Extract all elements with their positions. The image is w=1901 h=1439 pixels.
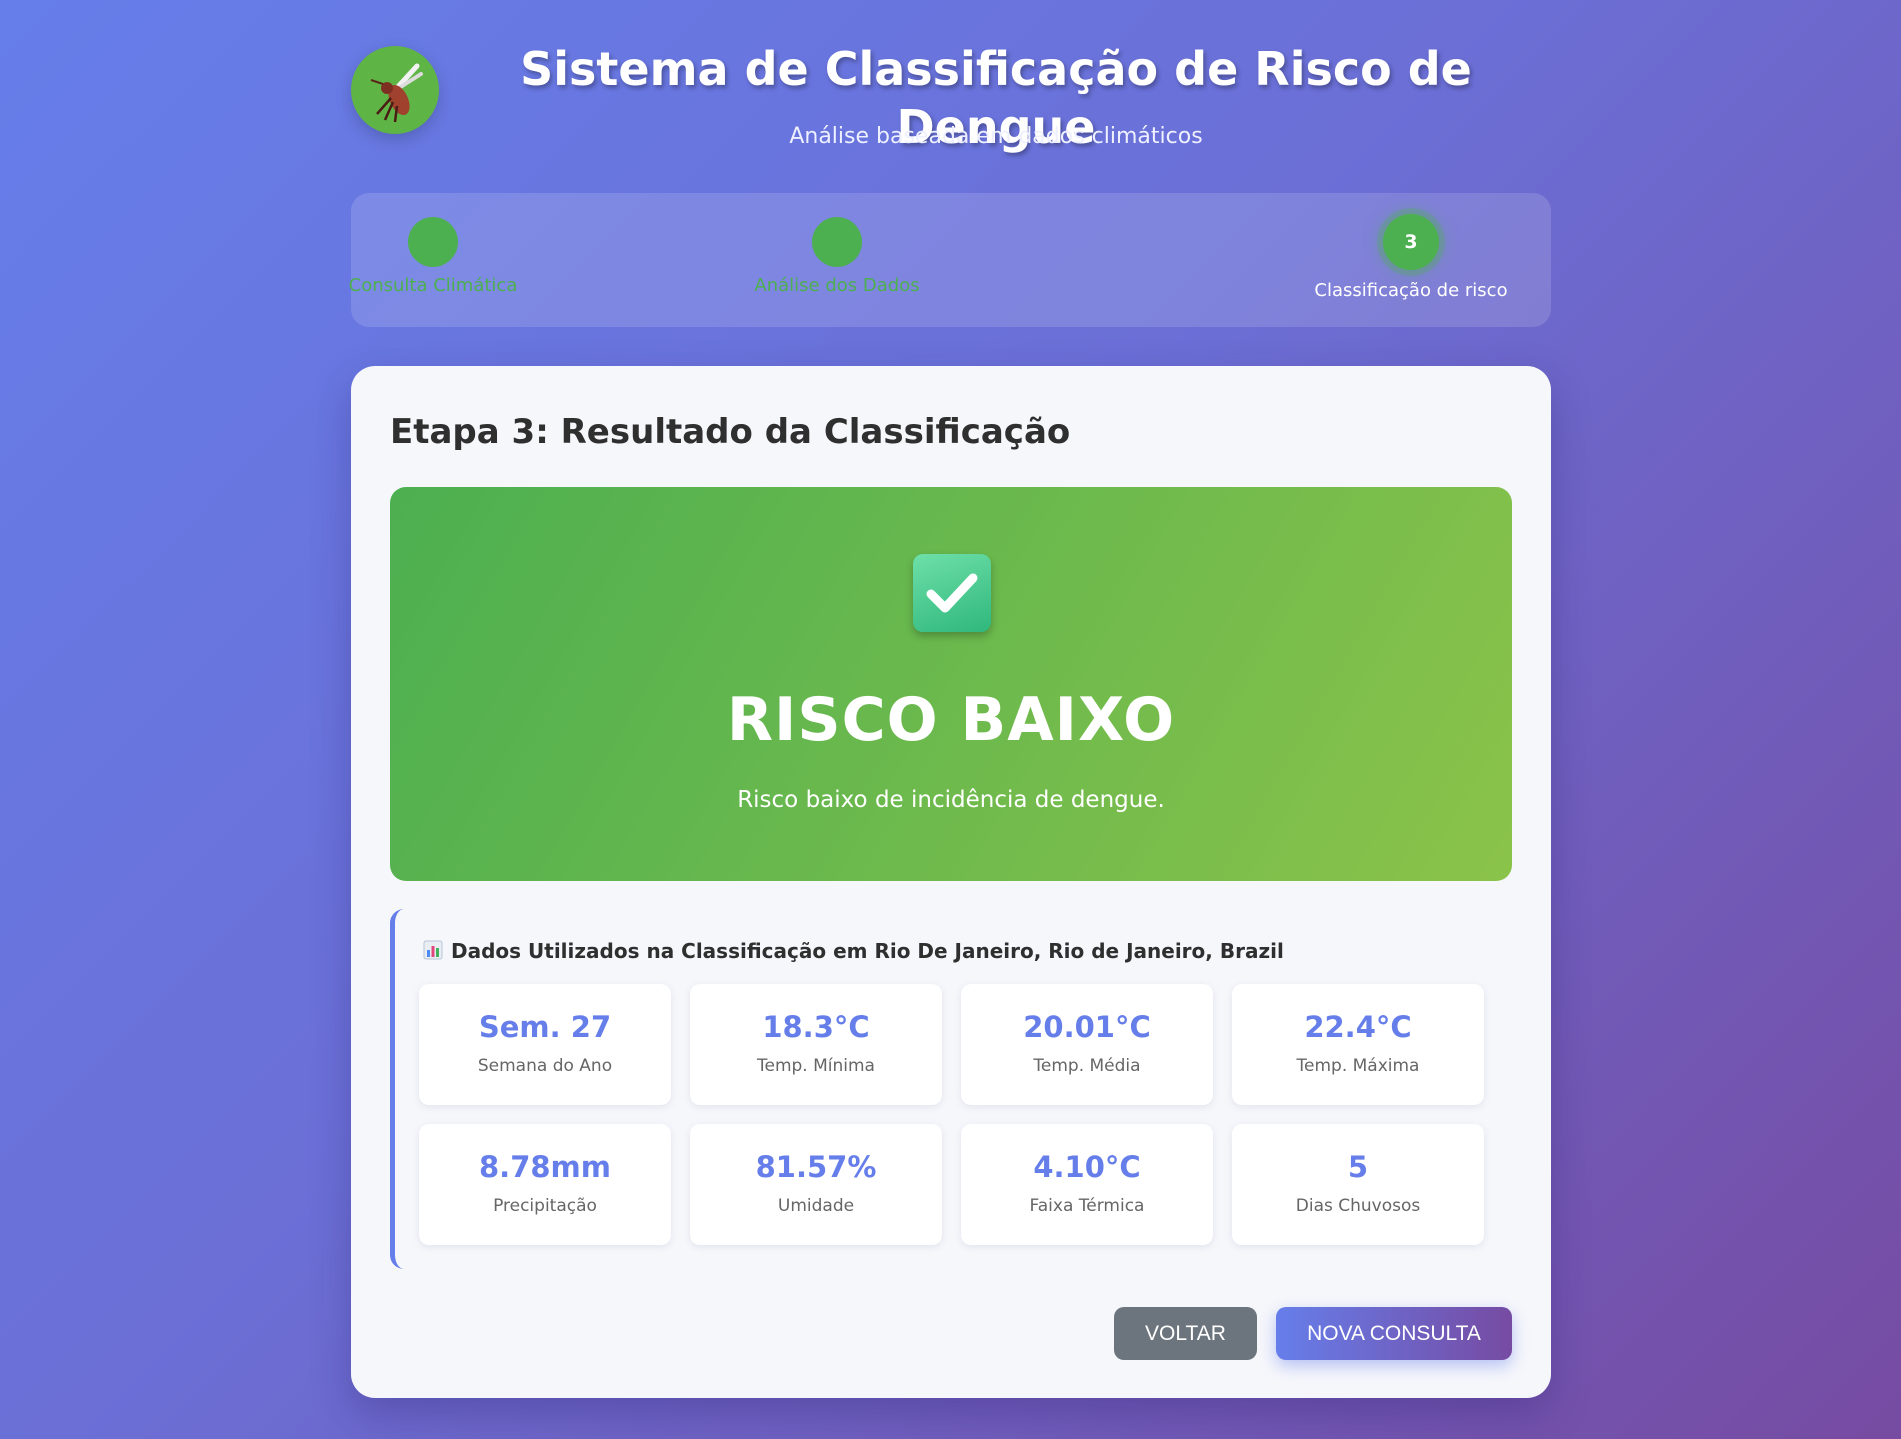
metric-value: 20.01°C bbox=[1023, 1010, 1151, 1044]
metric-label: Umidade bbox=[777, 1196, 855, 1216]
metric-card-faixa-termica: 4.10°C Faixa Térmica bbox=[961, 1124, 1213, 1245]
metric-card-temp-minima: 18.3°C Temp. Mínima bbox=[690, 984, 942, 1105]
metric-label: Temp. Média bbox=[1033, 1056, 1141, 1076]
metric-label: Temp. Mínima bbox=[757, 1056, 875, 1076]
app-header: Sistema de Classificação de Risco de Den… bbox=[351, 40, 1551, 170]
metric-card-dias-chuvosos: 5 Dias Chuvosos bbox=[1232, 1124, 1484, 1245]
metric-label: Precipitação bbox=[493, 1196, 597, 1216]
step-label: Classificação de risco bbox=[1314, 280, 1508, 301]
metric-label: Faixa Térmica bbox=[1029, 1196, 1145, 1216]
metric-value: 81.57% bbox=[755, 1150, 877, 1184]
step-consulta-climatica[interactable]: Consulta Climática bbox=[313, 217, 553, 296]
metric-card-umidade: 81.57% Umidade bbox=[690, 1124, 942, 1245]
metric-card-temp-media: 20.01°C Temp. Média bbox=[961, 984, 1213, 1105]
step-indicator bbox=[812, 217, 862, 267]
step-number: 3 bbox=[1383, 214, 1439, 270]
step-label: Análise dos Dados bbox=[754, 275, 920, 296]
step-classificacao-risco[interactable]: 3 Classificação de risco bbox=[1291, 214, 1531, 301]
risk-description: Risco baixo de incidência de dengue. bbox=[737, 787, 1165, 813]
bar-chart-icon bbox=[423, 940, 443, 965]
back-button[interactable]: VOLTAR bbox=[1114, 1307, 1257, 1360]
panel-title: Dados Utilizados na Classificação em Rio… bbox=[423, 939, 1284, 965]
risk-result-banner: RISCO BAIXO Risco baixo de incidência de… bbox=[390, 487, 1512, 881]
metric-card-temp-maxima: 22.4°C Temp. Máxima bbox=[1232, 984, 1484, 1105]
progress-stepper: Consulta Climática Análise dos Dados 3 C… bbox=[349, 193, 1551, 327]
metric-value: Sem. 27 bbox=[478, 1010, 612, 1044]
classification-data-panel: Dados Utilizados na Classificação em Rio… bbox=[390, 909, 1512, 1269]
new-query-button[interactable]: NOVA CONSULTA bbox=[1276, 1307, 1512, 1360]
metric-value: 18.3°C bbox=[762, 1010, 870, 1044]
result-card: Etapa 3: Resultado da Classificação RISC… bbox=[351, 366, 1551, 1398]
app-subtitle: Análise baseada em dados climáticos bbox=[789, 124, 1203, 149]
section-title: Etapa 3: Resultado da Classificação bbox=[390, 412, 1071, 452]
check-mark-icon bbox=[913, 554, 991, 632]
metric-card-precipitacao: 8.78mm Precipitação bbox=[419, 1124, 671, 1245]
metric-label: Dias Chuvosos bbox=[1295, 1196, 1421, 1216]
metrics-grid: Sem. 27 Semana do Ano 18.3°C Temp. Mínim… bbox=[419, 984, 1491, 1245]
metric-card-semana: Sem. 27 Semana do Ano bbox=[419, 984, 671, 1105]
metric-value: 5 bbox=[1347, 1150, 1369, 1184]
step-analise-dados[interactable]: Análise dos Dados bbox=[717, 217, 957, 296]
step-label: Consulta Climática bbox=[348, 275, 518, 296]
metric-value: 4.10°C bbox=[1033, 1150, 1141, 1184]
panel-title-text: Dados Utilizados na Classificação em Rio… bbox=[451, 939, 1284, 963]
risk-level: RISCO BAIXO bbox=[726, 685, 1176, 755]
metric-value: 8.78mm bbox=[479, 1150, 611, 1184]
metric-label: Semana do Ano bbox=[477, 1056, 613, 1076]
metric-label: Temp. Máxima bbox=[1296, 1056, 1420, 1076]
step-indicator bbox=[408, 217, 458, 267]
metric-value: 22.4°C bbox=[1304, 1010, 1412, 1044]
